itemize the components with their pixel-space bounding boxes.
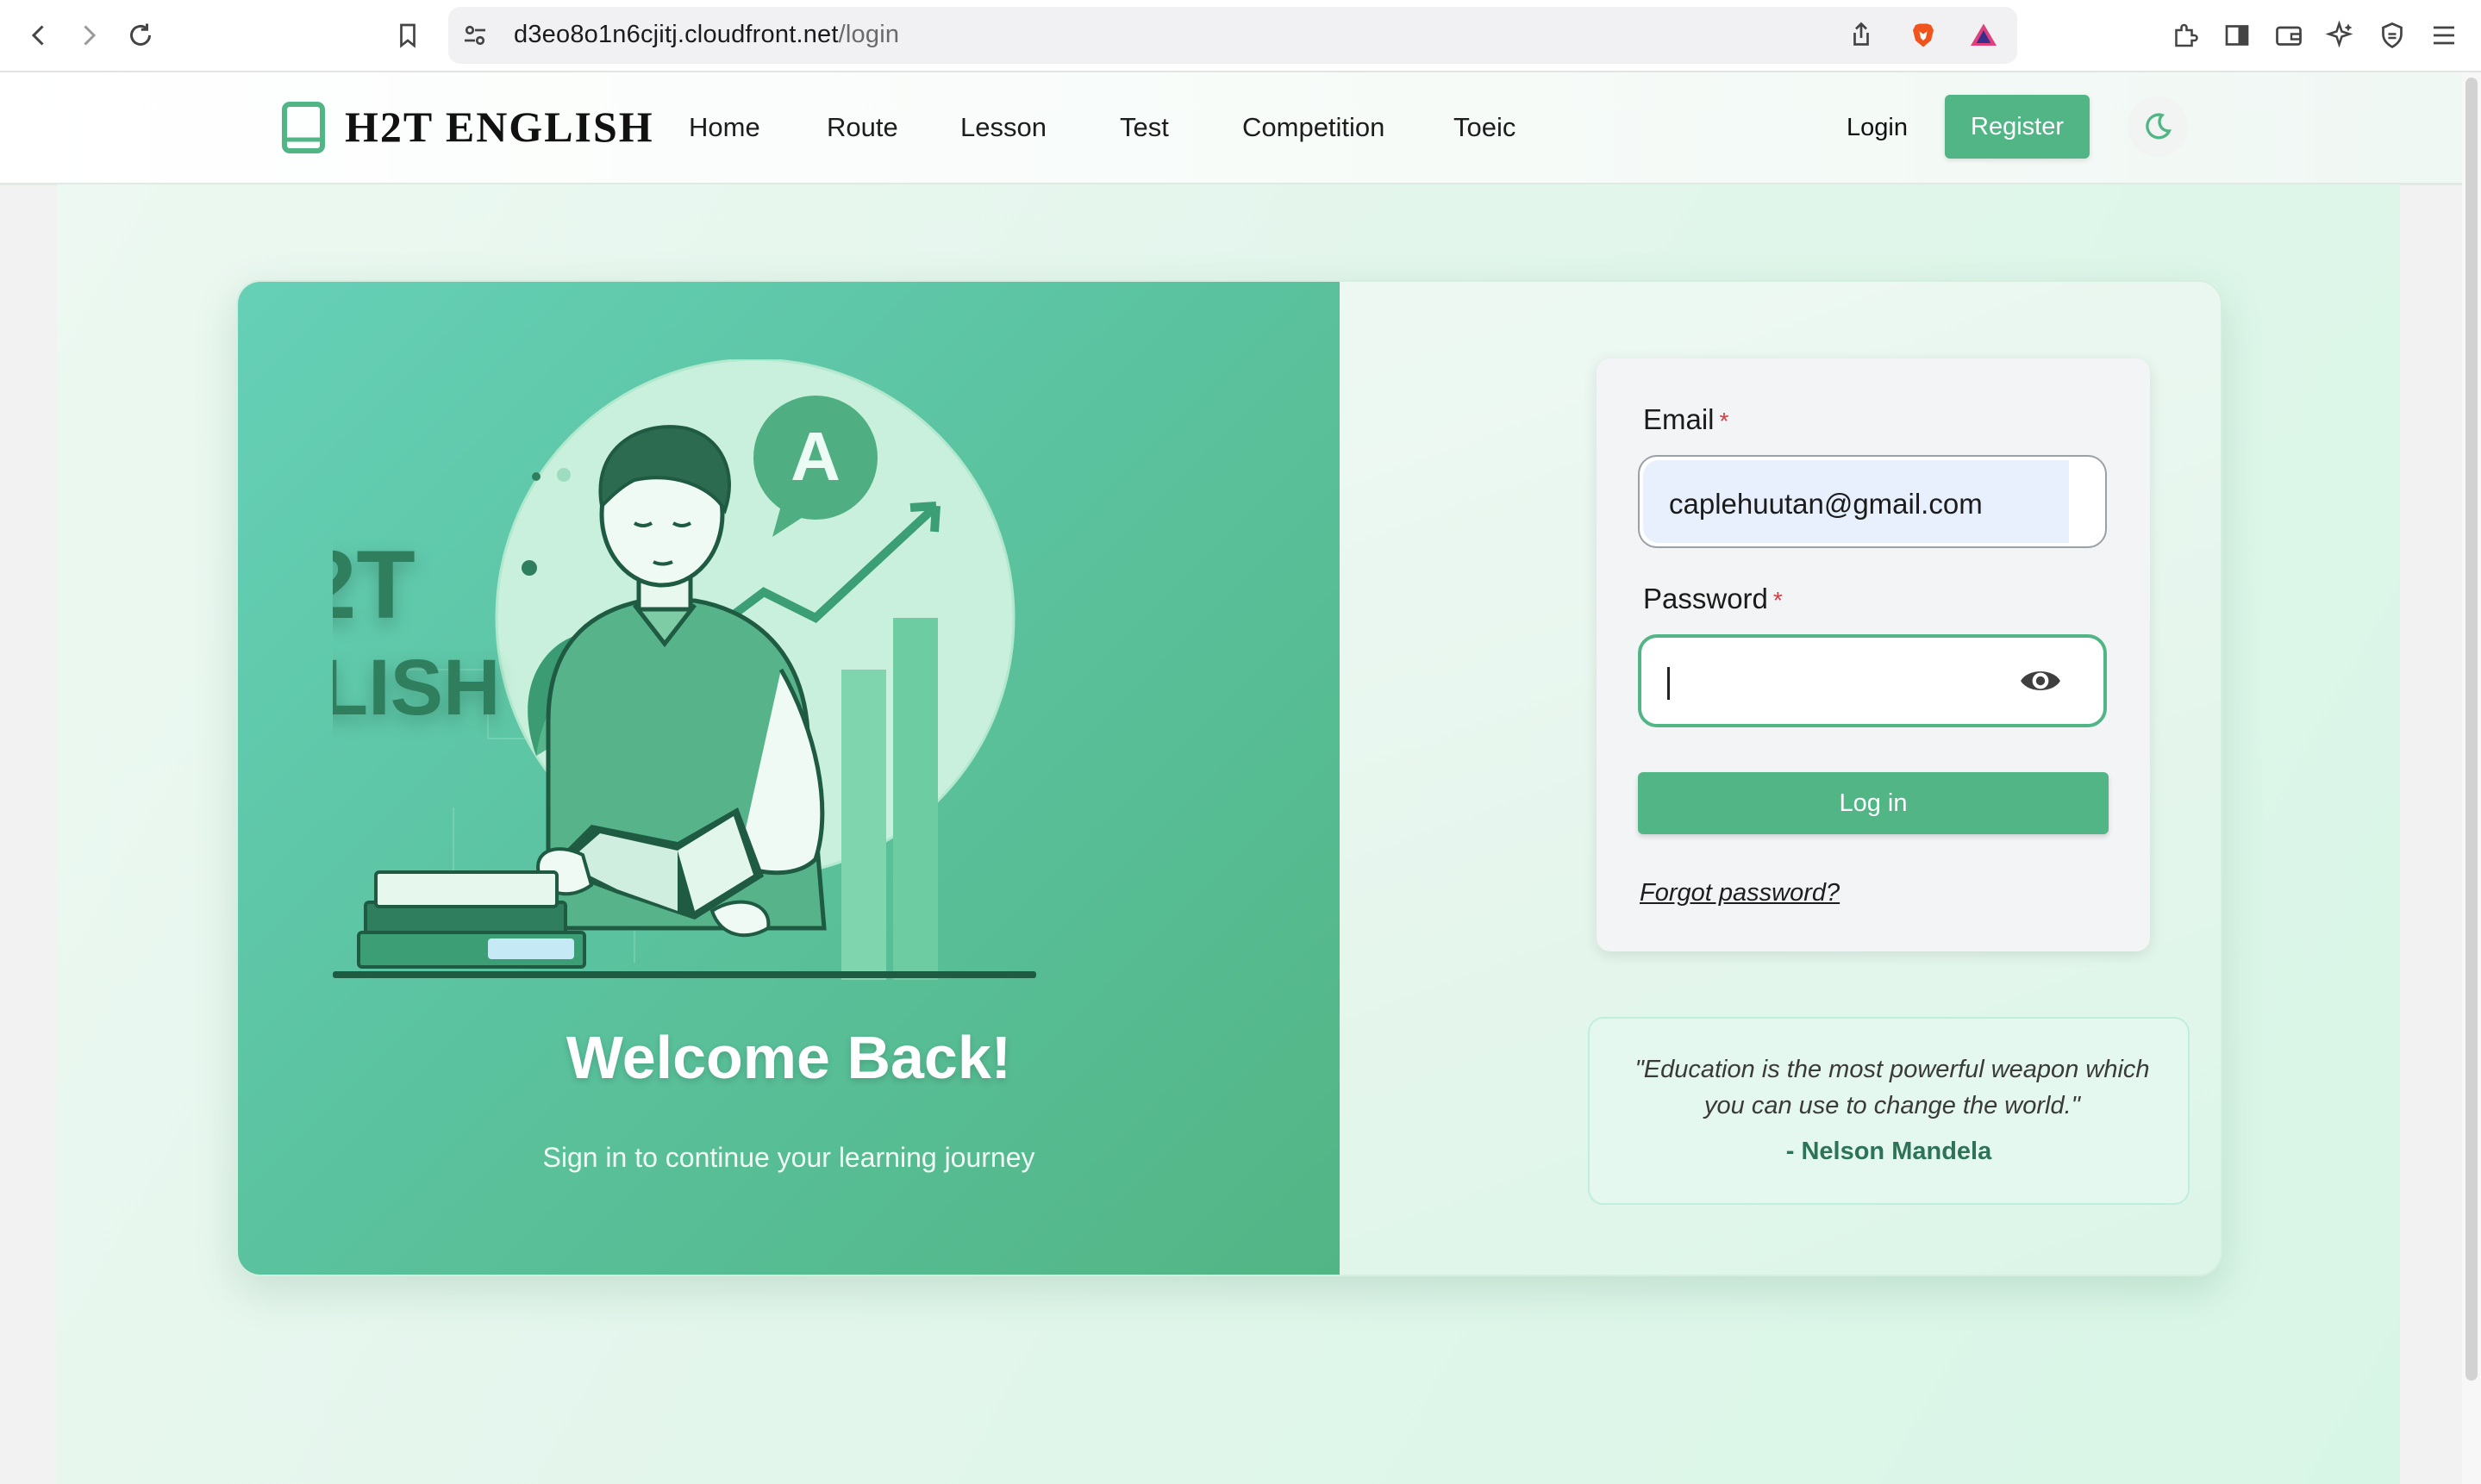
hero-logo-line2: ENGLISH xyxy=(333,644,500,732)
menu-icon[interactable] xyxy=(2426,17,2462,53)
password-label: Password * xyxy=(1643,583,1783,615)
forgot-password-link[interactable]: Forgot password? xyxy=(1640,879,1840,907)
theme-toggle-button[interactable] xyxy=(2128,97,2188,157)
site-settings-icon[interactable] xyxy=(457,17,493,53)
password-label-text: Password xyxy=(1643,583,1768,614)
forward-arrow-icon[interactable] xyxy=(71,17,107,53)
nav-link-route[interactable]: Route xyxy=(827,112,898,143)
hero-panel: A T LISH Welcome Back! Sign in to contin… xyxy=(238,282,1340,1275)
required-mark: * xyxy=(1772,587,1783,614)
welcome-subtitle: Sign in to continue your learning journe… xyxy=(542,1142,1035,1173)
brave-rewards-icon[interactable] xyxy=(1965,17,2002,53)
email-label: Email * xyxy=(1643,403,1728,436)
reload-icon[interactable] xyxy=(122,17,159,53)
sidebar-icon[interactable] xyxy=(2219,17,2255,53)
scrollbar-thumb[interactable] xyxy=(2465,78,2478,1381)
nav-link-test[interactable]: Test xyxy=(1120,112,1169,143)
log-in-button[interactable]: Log in xyxy=(1638,772,2109,834)
required-mark: * xyxy=(1719,408,1729,434)
speech-bubble-letter: A xyxy=(791,418,841,495)
url-host: d3eo8o1n6cjitj.cloudfront.net xyxy=(514,21,839,48)
url-text[interactable]: d3eo8o1n6cjitj.cloudfront.net/login xyxy=(514,21,899,49)
nav-link-lesson[interactable]: Lesson xyxy=(960,112,1047,143)
bookmark-icon[interactable] xyxy=(390,17,426,53)
browser-toolbar: d3eo8o1n6cjitj.cloudfront.net/login xyxy=(0,0,2481,72)
quote-text: "Education is the most powerful weapon w… xyxy=(1634,1056,2150,1119)
text-caret xyxy=(1667,667,1670,700)
url-path: /login xyxy=(838,21,900,48)
email-label-text: Email xyxy=(1643,403,1715,435)
share-icon[interactable] xyxy=(1843,17,1879,53)
nav-link-home[interactable]: Home xyxy=(689,112,760,143)
register-button[interactable]: Register xyxy=(1945,95,2090,159)
nav-link-competition[interactable]: Competition xyxy=(1242,112,1384,143)
hero-logo-line1: H2T xyxy=(333,531,416,639)
nav-link-toeic[interactable]: Toeic xyxy=(1453,112,1515,143)
eye-icon[interactable] xyxy=(2019,664,2062,698)
brand-name[interactable]: H2T ENGLISH xyxy=(345,102,654,152)
email-value: caplehuutan@gmail.com xyxy=(1669,488,1983,520)
email-field[interactable]: caplehuutan@gmail.com xyxy=(1638,455,2107,548)
welcome-title: Welcome Back! xyxy=(566,1024,1012,1091)
extensions-icon[interactable] xyxy=(2167,17,2203,53)
password-field[interactable] xyxy=(1638,634,2107,727)
quote-author: - Nelson Mandela xyxy=(1785,1138,1992,1165)
moon-icon xyxy=(2146,113,2172,140)
brave-shields-icon[interactable] xyxy=(1905,17,1941,53)
book-icon[interactable] xyxy=(281,102,328,153)
login-link[interactable]: Login xyxy=(1847,114,1908,142)
back-arrow-icon[interactable] xyxy=(21,17,57,53)
wallet-icon[interactable] xyxy=(2271,17,2307,53)
leo-ai-icon[interactable] xyxy=(2322,17,2359,53)
vpn-shield-icon[interactable] xyxy=(2374,17,2410,53)
